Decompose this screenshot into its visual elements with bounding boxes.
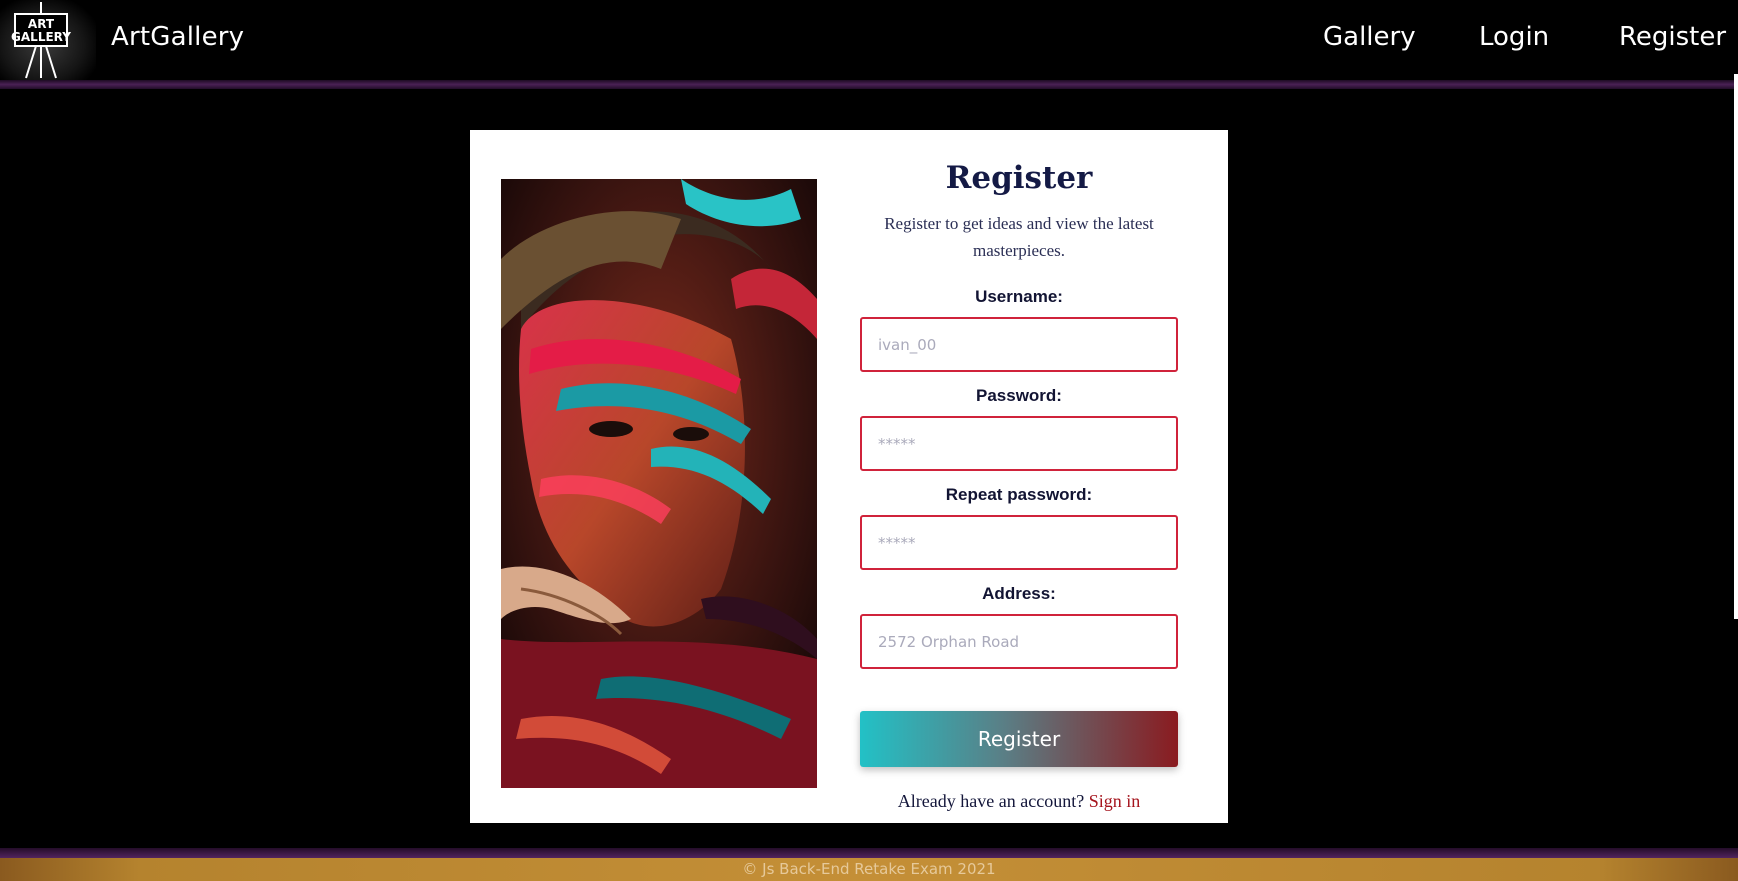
painted-face-artwork [501, 179, 817, 788]
signin-prompt-row: Already have an account? Sign in [860, 791, 1178, 812]
password-label: Password: [976, 386, 1062, 405]
nav-gallery-link[interactable]: Gallery [1323, 22, 1416, 52]
brand-name[interactable]: ArtGallery [111, 22, 244, 52]
header-divider [0, 80, 1738, 89]
signin-prompt-text: Already have an account? [897, 791, 1085, 811]
nav-register-link[interactable]: Register [1619, 22, 1726, 52]
signin-link[interactable]: Sign in [1089, 791, 1141, 811]
form-title: Register [945, 160, 1093, 196]
username-label: Username: [975, 287, 1063, 306]
top-navbar: ART GALLERY ArtGallery Gallery Login Reg… [0, 0, 1738, 82]
footer-divider [0, 848, 1738, 858]
svg-text:GALLERY: GALLERY [11, 30, 71, 44]
username-input[interactable] [860, 317, 1178, 372]
nav-login-link[interactable]: Login [1479, 22, 1549, 52]
register-submit-button[interactable]: Register [860, 711, 1178, 767]
repeat-password-label: Repeat password: [945, 485, 1093, 504]
repeat-password-input[interactable] [860, 515, 1178, 570]
svg-text:ART: ART [28, 17, 55, 31]
address-label: Address: [982, 584, 1056, 603]
footer-copyright: © Js Back-End Retake Exam 2021 [742, 860, 996, 878]
password-input[interactable] [860, 416, 1178, 471]
scrollbar[interactable] [1734, 74, 1738, 619]
easel-logo-icon[interactable]: ART GALLERY [0, 0, 96, 82]
footer: © Js Back-End Retake Exam 2021 [0, 858, 1738, 881]
address-input[interactable] [860, 614, 1178, 669]
register-card: Register Register to get ideas and view … [470, 130, 1228, 823]
form-subtitle: Register to get ideas and view the lates… [884, 214, 1154, 260]
